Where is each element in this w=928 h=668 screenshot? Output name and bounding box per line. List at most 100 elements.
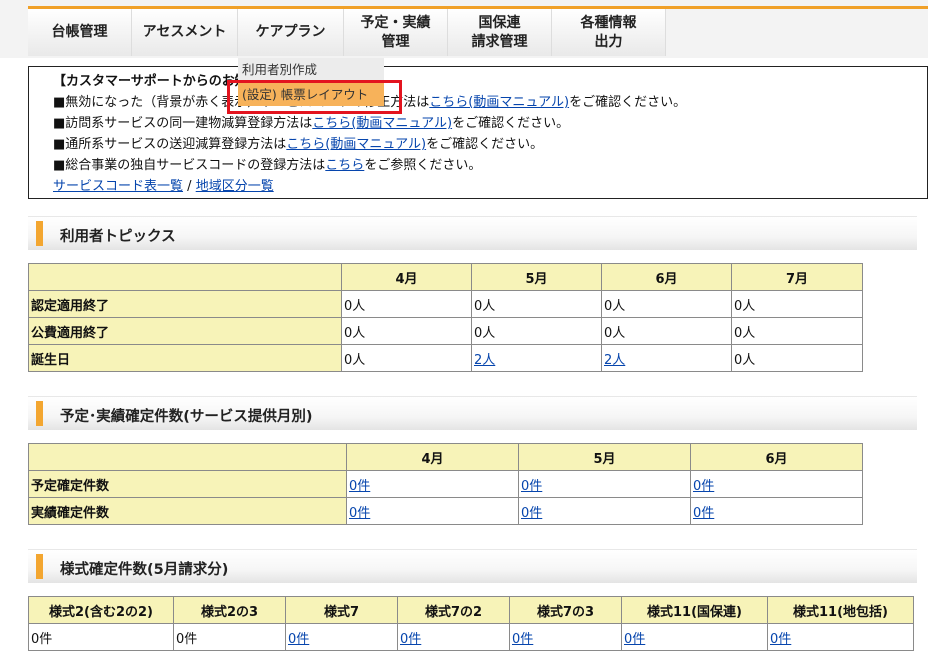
confirm-table: 4月 5月 6月 予定確定件数 0件 0件 0件 実績確定件数 0件 0件 0件 <box>28 443 863 525</box>
table-cell: 0件 <box>509 623 622 651</box>
row-label: 誕生日 <box>28 344 342 372</box>
count-link[interactable]: 0件 <box>400 632 421 647</box>
table-cell: 0件 <box>346 470 519 498</box>
table-header-row: 4月 5月 6月 7月 <box>28 263 863 291</box>
section-title: 予定･実績確定件数(サービス提供月別) <box>60 409 313 425</box>
notice-title: 【カスタマーサポートからのお知らせ】 <box>53 74 287 89</box>
notice-links: サービスコード表一覧 / 地域区分一覧 <box>53 179 274 194</box>
form-header: 様式2(含む2の2) <box>28 596 174 624</box>
count-link[interactable]: 0件 <box>288 632 309 647</box>
row-label: 予定確定件数 <box>28 470 347 498</box>
table-header-row: 4月 5月 6月 <box>28 443 863 471</box>
careplan-dropdown: 利用者別作成 (設定) 帳票レイアウト <box>238 58 384 106</box>
count-link[interactable]: 0件 <box>521 479 542 494</box>
notice-line: ■総合事業の独自サービスコードの登録方法はこちらをご参照ください。 <box>53 158 482 173</box>
table-row: 認定適用終了 0人 0人 0人 0人 <box>28 290 863 318</box>
section-title: 利用者トピックス <box>60 229 176 245</box>
section-header-confirm: 予定･実績確定件数(サービス提供月別) <box>28 396 917 430</box>
table-cell: 0件 <box>285 623 398 651</box>
table-cell: 0人 <box>731 317 863 345</box>
table-row: 実績確定件数 0件 0件 0件 <box>28 497 863 525</box>
menu-item-form-layout[interactable]: (設定) 帳票レイアウト <box>238 83 384 106</box>
section-marker <box>36 221 43 246</box>
month-header: 4月 <box>346 443 519 471</box>
notice-link[interactable]: こちら(動画マニュアル) <box>429 95 569 110</box>
forms-table: 様式2(含む2の2) 様式2の3 様式7 様式7の2 様式7の3 様式11(国保… <box>28 596 914 651</box>
table-cell: 0件 <box>767 623 914 651</box>
table-row: 誕生日 0人 2人 2人 0人 <box>28 344 863 372</box>
month-header: 5月 <box>471 263 602 291</box>
count-link[interactable]: 0件 <box>349 506 370 521</box>
table-cell: 0人 <box>601 317 732 345</box>
table-row: 予定確定件数 0件 0件 0件 <box>28 470 863 498</box>
area-list-link[interactable]: 地域区分一覧 <box>196 179 274 194</box>
table-cell: 0件 <box>621 623 768 651</box>
table-cell: 0人 <box>341 290 472 318</box>
service-code-list-link[interactable]: サービスコード表一覧 <box>53 179 183 194</box>
nav-ledger[interactable]: 台帳管理 <box>28 9 132 56</box>
nav-schedule[interactable]: 予定・実績 管理 <box>344 9 448 56</box>
support-notice: 【カスタマーサポートからのお知らせ】 ■無効になった（背景が赤く表示）サービスコ… <box>28 66 928 199</box>
table-cell: 0件 <box>346 497 519 525</box>
month-header: 4月 <box>341 263 472 291</box>
table-cell: 0人 <box>731 290 863 318</box>
top-nav-bar: 台帳管理 アセスメント ケアプラン 予定・実績 管理 国保連 請求管理 各種情報 出力 <box>0 0 928 58</box>
table-header-row: 様式2(含む2の2) 様式2の3 様式7 様式7の2 様式7の3 様式11(国保… <box>28 596 914 624</box>
topics-table: 4月 5月 6月 7月 認定適用終了 0人 0人 0人 0人 公費適用終了 0人… <box>28 263 863 372</box>
corner-cell <box>28 443 347 471</box>
nav-careplan[interactable]: ケアプラン <box>238 9 344 56</box>
nav-billing[interactable]: 国保連 請求管理 <box>448 9 552 56</box>
count-link[interactable]: 0件 <box>624 632 645 647</box>
table-cell: 0人 <box>731 344 863 372</box>
month-header: 6月 <box>601 263 732 291</box>
birthday-count-link[interactable]: 2人 <box>604 353 625 368</box>
notice-link[interactable]: こちら <box>325 158 364 173</box>
table-cell: 2人 <box>601 344 732 372</box>
count-link[interactable]: 0件 <box>693 506 714 521</box>
section-header-forms: 様式確定件数(5月請求分) <box>28 549 917 583</box>
nav-assessment[interactable]: アセスメント <box>132 9 238 56</box>
form-header: 様式7 <box>285 596 398 624</box>
notice-link[interactable]: こちら(動画マニュアル) <box>312 116 452 131</box>
menu-item-per-user[interactable]: 利用者別作成 <box>238 58 384 81</box>
month-header: 5月 <box>518 443 691 471</box>
table-cell: 0件 <box>173 623 286 651</box>
table-cell: 0人 <box>341 344 472 372</box>
main-nav: 台帳管理 アセスメント ケアプラン 予定・実績 管理 国保連 請求管理 各種情報 出力 <box>28 9 666 56</box>
table-cell: 0人 <box>601 290 732 318</box>
form-header: 様式11(地包括) <box>767 596 914 624</box>
month-header: 6月 <box>690 443 863 471</box>
notice-line: ■通所系サービスの送迎減算登録方法はこちら(動画マニュアル)をご確認ください。 <box>53 137 544 152</box>
count-link[interactable]: 0件 <box>521 506 542 521</box>
count-link[interactable]: 0件 <box>693 479 714 494</box>
notice-line: ■訪問系サービスの同一建物減算登録方法はこちら(動画マニュアル)をご確認ください… <box>53 116 570 131</box>
table-cell: 2人 <box>471 344 602 372</box>
section-marker <box>36 401 43 426</box>
table-cell: 0人 <box>341 317 472 345</box>
form-header: 様式7の2 <box>397 596 510 624</box>
month-header: 7月 <box>731 263 863 291</box>
notice-line: ■無効になった（背景が赤く表示）サービスコードの修正方法はこちら(動画マニュアル… <box>53 95 687 110</box>
form-header: 様式2の3 <box>173 596 286 624</box>
notice-link[interactable]: こちら(動画マニュアル) <box>286 137 426 152</box>
corner-cell <box>28 263 342 291</box>
table-row: 公費適用終了 0人 0人 0人 0人 <box>28 317 863 345</box>
birthday-count-link[interactable]: 2人 <box>474 353 495 368</box>
nav-output[interactable]: 各種情報 出力 <box>552 9 666 56</box>
form-header: 様式11(国保連) <box>621 596 768 624</box>
table-cell: 0人 <box>471 317 602 345</box>
table-cell: 0件 <box>690 470 863 498</box>
table-cell: 0件 <box>690 497 863 525</box>
table-row: 0件 0件 0件 0件 0件 0件 0件 <box>28 623 914 651</box>
count-link[interactable]: 0件 <box>349 479 370 494</box>
row-label: 認定適用終了 <box>28 290 342 318</box>
table-cell: 0人 <box>471 290 602 318</box>
count-link[interactable]: 0件 <box>512 632 533 647</box>
form-header: 様式7の3 <box>509 596 622 624</box>
section-marker <box>36 554 43 579</box>
row-label: 実績確定件数 <box>28 497 347 525</box>
table-cell: 0件 <box>518 497 691 525</box>
count-link[interactable]: 0件 <box>770 632 791 647</box>
section-header-topics: 利用者トピックス <box>28 216 917 250</box>
row-label: 公費適用終了 <box>28 317 342 345</box>
